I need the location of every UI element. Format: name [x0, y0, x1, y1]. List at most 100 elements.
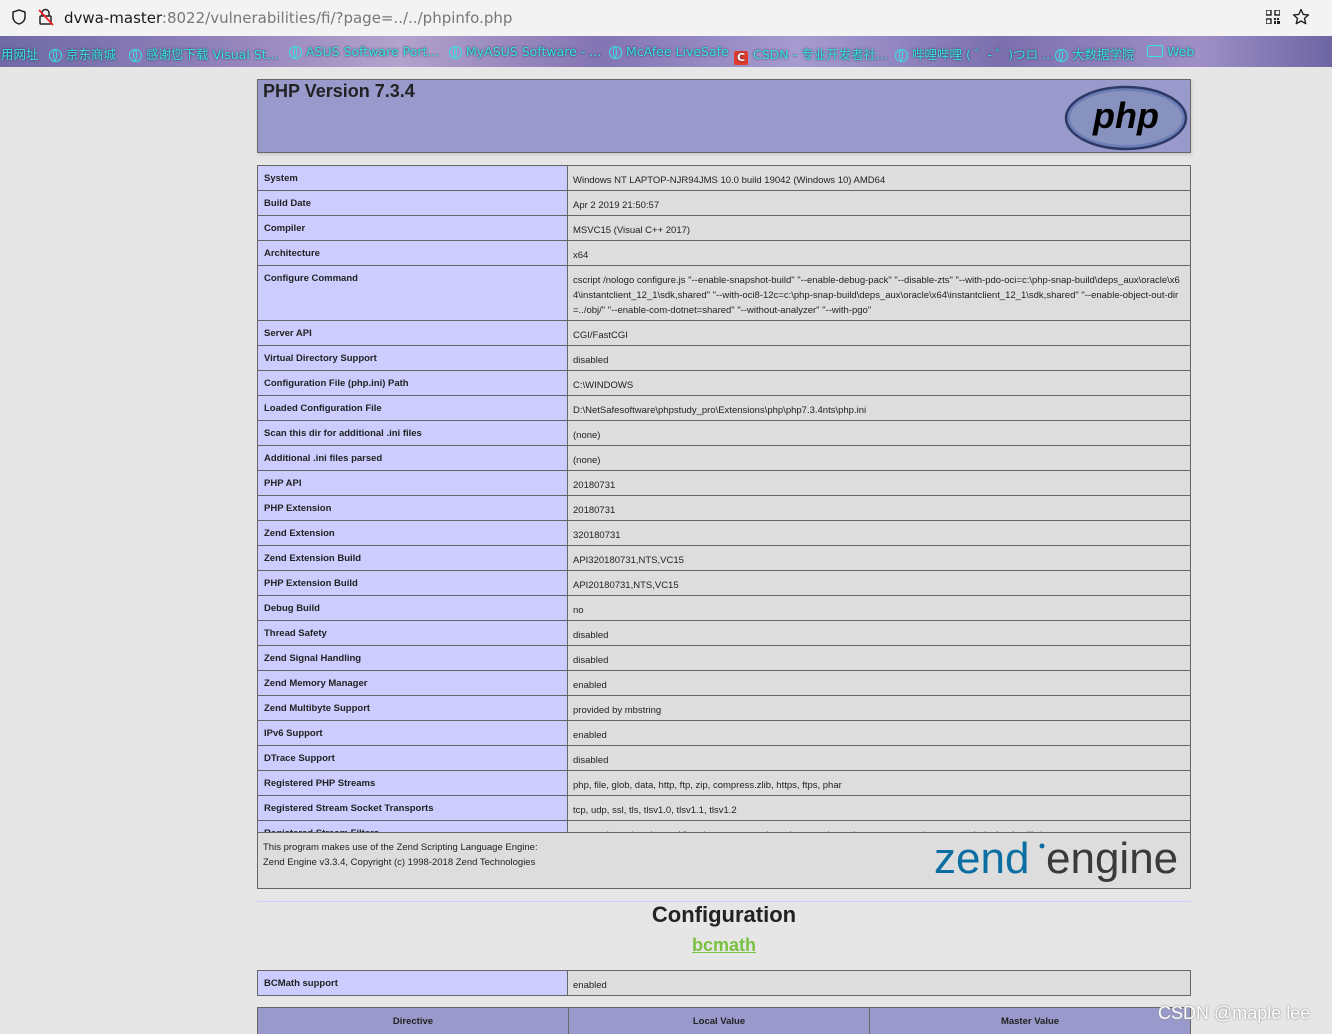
- row-key: Virtual Directory Support: [258, 346, 568, 370]
- module-link-bcmath[interactable]: bcmath: [257, 935, 1191, 956]
- php-version-header: PHP Version 7.3.4 php: [257, 79, 1191, 153]
- row-value: no: [568, 596, 1190, 620]
- row-value: provided by mbstring: [568, 696, 1190, 720]
- table-row: IPv6 Support enabled: [258, 721, 1190, 746]
- table-row: Zend Multibyte Support provided by mbstri…: [258, 696, 1190, 721]
- zend-credits-line: Zend Engine v3.3.4, Copyright (c) 1998-2…: [263, 857, 536, 868]
- row-value: MSVC15 (Visual C++ 2017): [568, 216, 1190, 240]
- configuration-heading: Configuration: [651, 902, 797, 927]
- row-key: Registered PHP Streams: [258, 771, 568, 795]
- row-key: Architecture: [258, 241, 568, 265]
- row-key: PHP Extension Build: [258, 571, 568, 595]
- bookmark-label: ASUS Software Port...: [306, 44, 440, 59]
- row-value: disabled: [568, 746, 1190, 770]
- row-key: Loaded Configuration File: [258, 396, 568, 420]
- bookmarks-bar: 用网址 京东商城 感谢您下载 Visual St... ASUS Softwar…: [0, 36, 1332, 67]
- row-value: disabled: [568, 346, 1190, 370]
- row-key: PHP Extension: [258, 496, 568, 520]
- bookmark-label: 用网址: [1, 47, 39, 62]
- row-key: Server API: [258, 321, 568, 345]
- row-value: C:\WINDOWS: [568, 371, 1190, 395]
- svg-text:php: php: [1092, 95, 1159, 136]
- row-key: Build Date: [258, 191, 568, 215]
- row-value: 320180731: [568, 521, 1190, 545]
- watermark: CSDN @maple lee: [1158, 1003, 1311, 1023]
- table-row: DTrace Support disabled: [258, 746, 1190, 771]
- bookmark-label: Web: [1167, 44, 1195, 59]
- row-value: enabled: [568, 721, 1190, 745]
- table-row: Additional .ini files parsed (none): [258, 446, 1190, 471]
- bookmark-label: 大数据学院: [1072, 47, 1135, 62]
- insecure-lock-icon[interactable]: [38, 8, 54, 26]
- svg-text:engine: engine: [1046, 836, 1178, 883]
- column-header-master-value: Master Value: [1000, 1016, 1060, 1027]
- row-key: DTrace Support: [258, 746, 568, 770]
- globe-icon: [129, 49, 142, 62]
- globe-icon: [609, 46, 622, 59]
- row-value: 20180731: [568, 496, 1190, 520]
- bookmark-label: 哔哩哔哩 ( ゜- ゜)つロ ...: [912, 47, 1055, 62]
- row-key: Configure Command: [258, 266, 568, 320]
- bookmark-label: CSDN - 专业开发者社...: [753, 47, 889, 62]
- folder-icon: [1147, 45, 1163, 57]
- row-key: Debug Build: [258, 596, 568, 620]
- row-key: Additional .ini files parsed: [258, 446, 568, 470]
- row-value: Apr 2 2019 21:50:57: [568, 191, 1190, 215]
- bookmark-item[interactable]: 京东商城: [49, 44, 116, 63]
- bcmath-table: BCMath support enabled: [257, 970, 1191, 996]
- row-key: Zend Extension: [258, 521, 568, 545]
- url-field[interactable]: dvwa-master:8022/vulnerabilities/fi/?pag…: [64, 9, 512, 27]
- table-row: Scan this dir for additional .ini files(…: [258, 421, 1190, 446]
- table-row: BCMath support enabled: [258, 971, 1190, 995]
- qr-code-icon[interactable]: [1266, 10, 1280, 24]
- row-key: Scan this dir for additional .ini files: [258, 421, 568, 445]
- column-header-directive: Directive: [258, 1008, 569, 1034]
- row-value: (none): [568, 446, 1190, 470]
- bookmark-folder[interactable]: Web: [1147, 44, 1194, 59]
- bookmark-item[interactable]: McAfee LiveSafe: [609, 44, 729, 59]
- row-value: tcp, udp, ssl, tls, tlsv1.0, tlsv1.1, tl…: [568, 796, 1190, 820]
- column-header-local-value: Local Value: [569, 1008, 870, 1034]
- table-row: Architecture x64: [258, 241, 1190, 266]
- row-key: PHP API: [258, 471, 568, 495]
- table-row: PHP API 20180731: [258, 471, 1190, 496]
- row-value: Windows NT LAPTOP-NJR94JMS 10.0 build 19…: [568, 166, 1190, 190]
- row-value: cscript /nologo configure.js "--enable-s…: [568, 266, 1190, 320]
- row-key: Zend Extension Build: [258, 546, 568, 570]
- bookmark-item[interactable]: 感谢您下载 Visual St...: [129, 44, 279, 63]
- bookmark-item[interactable]: 用网址: [1, 44, 39, 63]
- table-row: Thread Safety disabled: [258, 621, 1190, 646]
- bookmark-star-icon[interactable]: [1292, 8, 1310, 26]
- php-version-title: PHP Version 7.3.4: [263, 81, 415, 101]
- table-row: Configuration File (php.ini) Path C:\WIND…: [258, 371, 1190, 396]
- table-row: Zend Extension 320180731: [258, 521, 1190, 546]
- table-row: Zend Memory Manager enabled: [258, 671, 1190, 696]
- row-value: D:\NetSafesoftware\phpstudy_pro\Extensio…: [568, 396, 1190, 420]
- bookmark-item[interactable]: C CSDN - 专业开发者社...: [734, 44, 888, 65]
- globe-icon: [1055, 49, 1068, 62]
- bookmark-item[interactable]: MyASUS Software - ...: [449, 44, 601, 59]
- table-row: Virtual Directory Support disabled: [258, 346, 1190, 371]
- php-logo[interactable]: php: [1064, 85, 1188, 151]
- bookmark-item[interactable]: 哔哩哔哩 ( ゜- ゜)つロ ...: [895, 44, 1054, 63]
- table-row: PHP Extension Build API20180731,NTS,VC15: [258, 571, 1190, 596]
- table-row: Build Date Apr 2 2019 21:50:57: [258, 191, 1190, 216]
- table-row: Configure Command cscript /nologo configu…: [258, 266, 1190, 321]
- row-key: BCMath support: [258, 971, 568, 995]
- url-host: dvwa-master: [64, 9, 162, 27]
- row-value: disabled: [568, 621, 1190, 645]
- bookmark-label: 京东商城: [66, 47, 117, 62]
- svg-text:zend: zend: [934, 836, 1029, 883]
- zend-engine-box: This program makes use of the Zend Scrip…: [257, 832, 1191, 889]
- zend-engine-logo[interactable]: zend engine: [934, 836, 1188, 886]
- table-row: Registered PHP Streams php, file, glob, d…: [258, 771, 1190, 796]
- bookmark-item[interactable]: 大数据学院: [1055, 44, 1135, 63]
- table-row: Compiler MSVC15 (Visual C++ 2017): [258, 216, 1190, 241]
- table-row: PHP Extension 20180731: [258, 496, 1190, 521]
- shield-icon[interactable]: [12, 9, 26, 25]
- row-key: Thread Safety: [258, 621, 568, 645]
- php-info-table: System Windows NT LAPTOP-NJR94JMS 10.0 bu…: [257, 165, 1191, 846]
- bookmark-item[interactable]: ASUS Software Port...: [289, 44, 439, 59]
- row-key: IPv6 Support: [258, 721, 568, 745]
- row-value: enabled: [568, 971, 1190, 995]
